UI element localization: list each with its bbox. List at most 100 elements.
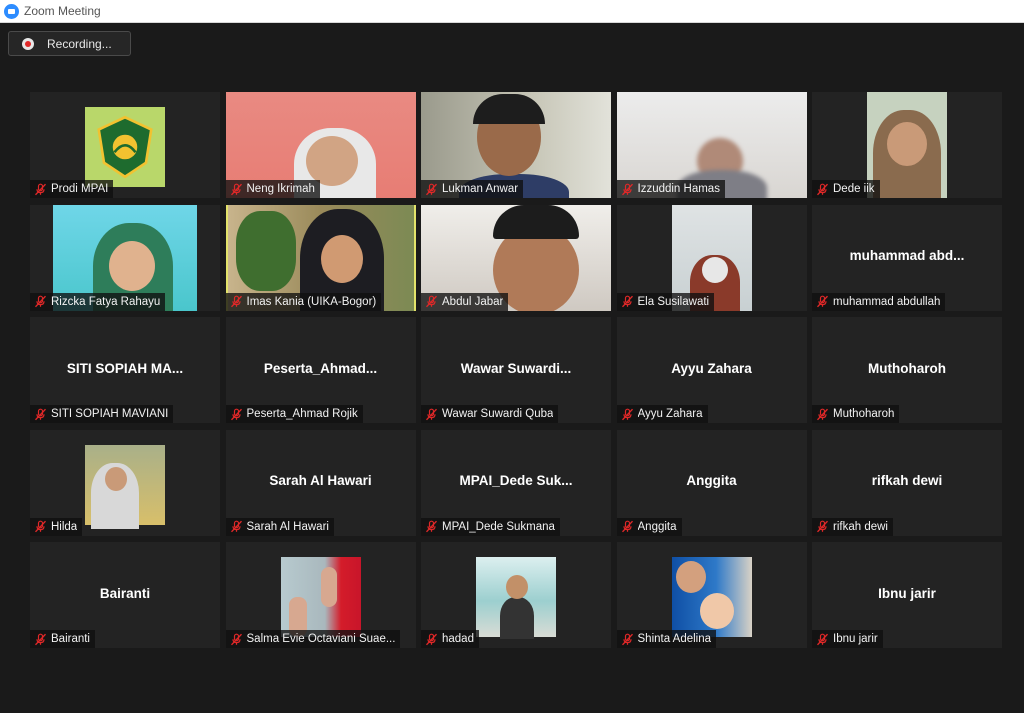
muted-mic-icon — [230, 295, 243, 308]
participant-tile[interactable]: Izzuddin Hamas — [616, 92, 807, 198]
participant-tile[interactable]: Rizcka Fatya Rahayu — [30, 204, 220, 311]
participant-nametag: Hilda — [30, 517, 83, 536]
title-bar: Zoom Meeting — [0, 0, 1024, 23]
participant-nametag: Neng Ikrimah — [225, 180, 320, 198]
meeting-stage: Recording... Prodi MPAI Neng Ikrimah Lukma… — [0, 23, 1024, 713]
participant-display-name: rifkah dewi — [871, 473, 943, 488]
participant-nametag: Wawar Suwardi Quba — [421, 405, 559, 423]
muted-mic-icon — [425, 633, 438, 646]
muted-mic-icon — [816, 520, 829, 533]
participant-tile[interactable]: Ela Susilawati — [616, 204, 807, 311]
gallery-grid: Prodi MPAI Neng Ikrimah Lukman Anwar Izzudd… — [30, 92, 1002, 648]
participant-tile[interactable]: Imas Kania (UIKA-Bogor) — [225, 204, 416, 311]
muted-mic-icon — [230, 520, 243, 533]
participant-tile[interactable]: Wawar Suwardi... Wawar Suwardi Quba — [421, 317, 611, 423]
participant-tile[interactable]: muhammad abd... muhammad abdullah — [812, 204, 1002, 311]
participant-nametag: Sarah Al Hawari — [225, 517, 334, 536]
participant-video — [85, 444, 165, 529]
muted-mic-icon — [34, 520, 47, 533]
participant-tile[interactable]: MPAI_Dede Suk... MPAI_Dede Sukmana — [421, 429, 611, 536]
participant-name: Salma Evie Octaviani Suae... — [246, 633, 396, 645]
participant-nametag: Rizcka Fatya Rahayu — [30, 292, 166, 311]
participant-display-name: MPAI_Dede Suk... — [459, 473, 573, 488]
participant-video — [476, 557, 556, 639]
muted-mic-icon — [816, 295, 829, 308]
participant-name: Abdul Jabar — [442, 295, 504, 308]
participant-tile[interactable]: Ayyu Zahara Ayyu Zahara — [616, 317, 807, 423]
participant-display-name: Wawar Suwardi... — [460, 360, 572, 376]
participant-name: Ibnu jarir — [833, 633, 878, 645]
participant-nametag: Abdul Jabar — [421, 292, 509, 311]
window-title: Zoom Meeting — [24, 4, 101, 18]
muted-mic-icon — [816, 408, 829, 421]
participant-nametag: Shinta Adelina — [616, 630, 717, 648]
participant-nametag: Izzuddin Hamas — [616, 180, 725, 198]
participant-tile[interactable]: Peserta_Ahmad... Peserta_Ahmad Rojik — [225, 317, 416, 423]
muted-mic-icon — [425, 183, 438, 196]
participant-tile[interactable]: Neng Ikrimah — [225, 92, 416, 198]
participant-name: hadad — [442, 633, 474, 645]
participant-tile[interactable]: rifkah dewi rifkah dewi — [812, 429, 1002, 536]
participant-name: rifkah dewi — [833, 520, 888, 533]
participant-nametag: Lukman Anwar — [421, 180, 524, 198]
participant-name: Sarah Al Hawari — [246, 520, 329, 533]
participant-tile[interactable]: Muthoharoh Muthoharoh — [812, 317, 1002, 423]
participant-name: Anggita — [637, 520, 677, 533]
muted-mic-icon — [621, 183, 634, 196]
participant-nametag: muhammad abdullah — [812, 292, 946, 311]
participant-display-name: Anggita — [686, 473, 737, 488]
muted-mic-icon — [34, 633, 47, 646]
participant-tile[interactable]: SITI SOPIAH MA... SITI SOPIAH MAVIANI — [30, 317, 220, 423]
participant-nametag: Imas Kania (UIKA-Bogor) — [225, 292, 382, 311]
participant-name: Neng Ikrimah — [246, 183, 315, 195]
participant-name: Shinta Adelina — [637, 633, 712, 645]
participant-display-name: Ibnu jarir — [878, 585, 936, 601]
participant-tile[interactable]: Bairanti Bairanti — [30, 542, 220, 648]
participant-display-name: Peserta_Ahmad... — [263, 360, 378, 376]
muted-mic-icon — [621, 408, 634, 421]
participant-nametag: Ibnu jarir — [812, 630, 883, 648]
participant-nametag: SITI SOPIAH MAVIANI — [30, 405, 174, 423]
participant-tile[interactable]: Ibnu jarir Ibnu jarir — [812, 542, 1002, 648]
participant-name: Ayyu Zahara — [637, 408, 703, 420]
participant-name: MPAI_Dede Sukmana — [442, 520, 555, 533]
participant-name: Rizcka Fatya Rahayu — [51, 295, 161, 308]
participant-video — [85, 107, 165, 187]
recording-indicator[interactable]: Recording... — [8, 31, 131, 56]
participant-tile[interactable]: Dede iik — [812, 92, 1002, 198]
participant-nametag: Peserta_Ahmad Rojik — [225, 405, 363, 423]
participant-tile[interactable]: Salma Evie Octaviani Suae... — [225, 542, 416, 648]
participant-name: Prodi MPAI — [51, 183, 109, 195]
muted-mic-icon — [230, 183, 243, 196]
participant-name: Ela Susilawati — [637, 295, 710, 308]
participant-nametag: Bairanti — [30, 630, 95, 648]
participant-display-name: SITI SOPIAH MA... — [66, 360, 184, 376]
participant-display-name: Bairanti — [99, 585, 151, 601]
participant-nametag: Ela Susilawati — [616, 292, 715, 311]
muted-mic-icon — [425, 520, 438, 533]
participant-display-name: Ayyu Zahara — [671, 360, 752, 376]
participant-nametag: Muthoharoh — [812, 405, 900, 423]
participant-nametag: Anggita — [616, 517, 682, 536]
participant-tile[interactable]: hadad — [421, 542, 611, 648]
participant-name: Lukman Anwar — [442, 183, 519, 195]
participant-video — [280, 557, 361, 637]
record-icon — [22, 37, 34, 50]
muted-mic-icon — [816, 633, 829, 646]
participant-tile[interactable]: Sarah Al Hawari Sarah Al Hawari — [225, 429, 416, 536]
participant-display-name: Muthoharoh — [868, 360, 946, 376]
muted-mic-icon — [621, 520, 634, 533]
participant-name: Bairanti — [51, 633, 90, 645]
participant-tile[interactable]: Shinta Adelina — [616, 542, 807, 648]
participant-tile[interactable]: Prodi MPAI — [30, 92, 220, 198]
participant-tile[interactable]: Lukman Anwar — [421, 92, 611, 198]
participant-tile[interactable]: Anggita Anggita — [616, 429, 807, 536]
participant-tile[interactable]: Hilda — [30, 429, 220, 536]
muted-mic-icon — [425, 408, 438, 421]
participant-nametag: Ayyu Zahara — [616, 405, 708, 423]
muted-mic-icon — [816, 183, 829, 196]
zoom-logo-icon — [4, 3, 19, 19]
participant-tile[interactable]: Abdul Jabar — [421, 204, 611, 311]
muted-mic-icon — [34, 295, 47, 308]
participant-name: Peserta_Ahmad Rojik — [246, 408, 358, 420]
